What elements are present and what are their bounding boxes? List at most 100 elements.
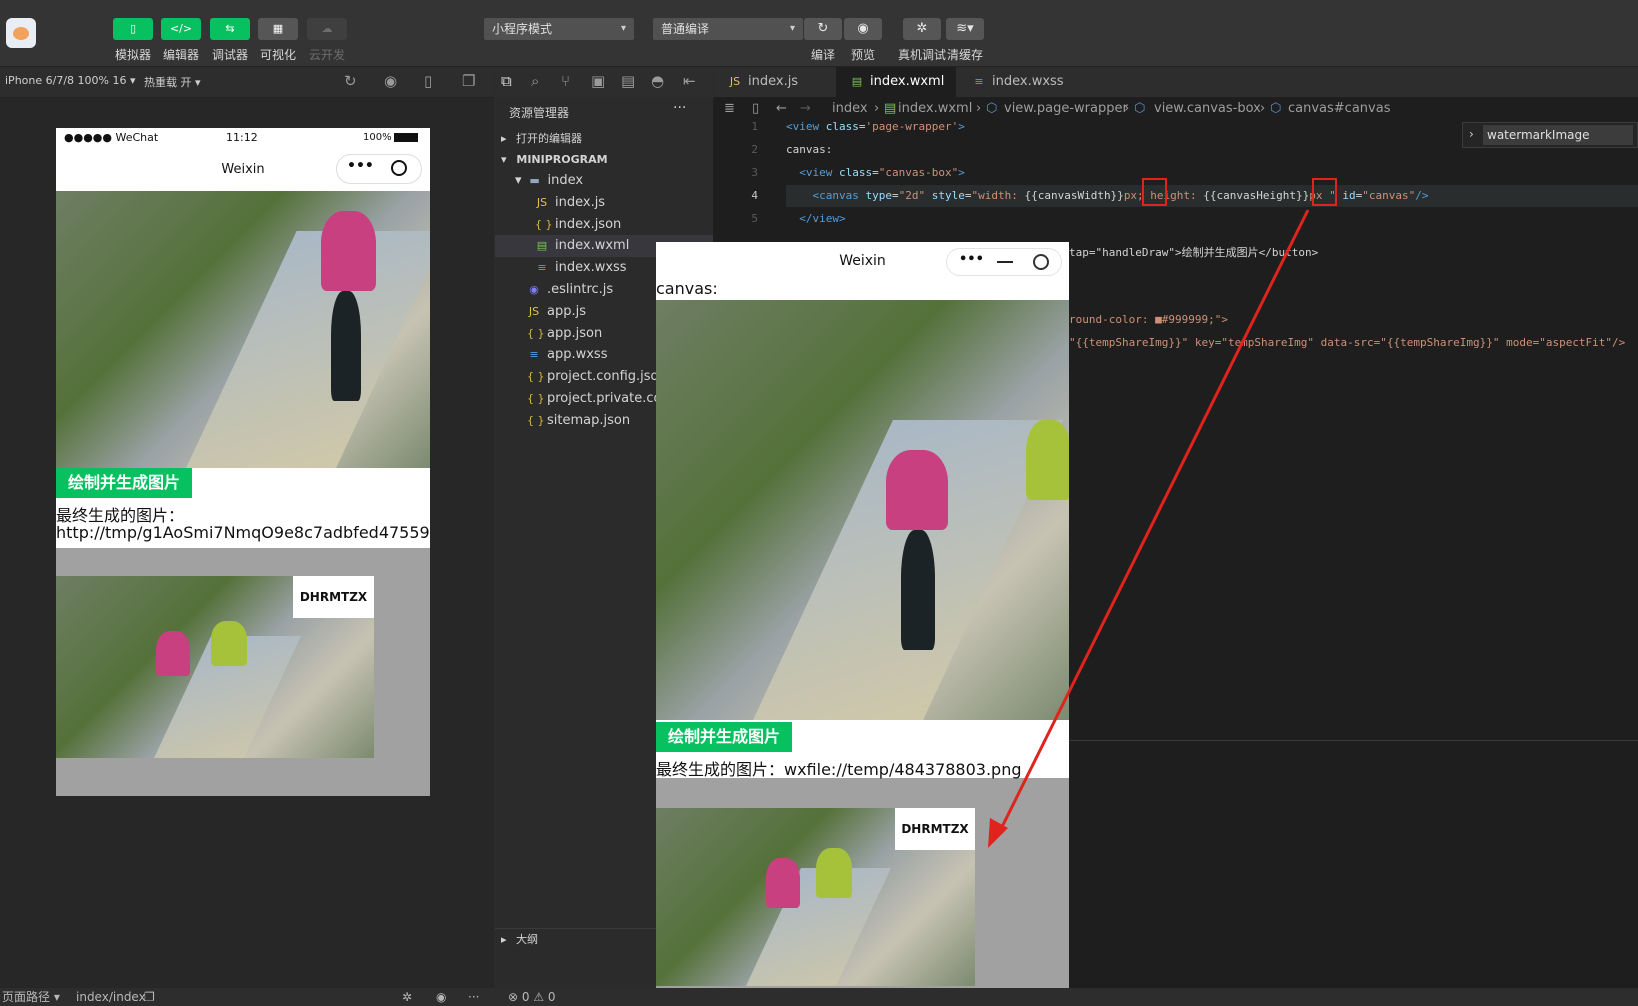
chevron-right-icon[interactable]: › bbox=[1469, 127, 1474, 141]
copy-icon[interactable]: ❐ bbox=[144, 988, 155, 1006]
more-icon[interactable]: ••• bbox=[347, 158, 374, 174]
code-line: canvas: bbox=[786, 143, 833, 156]
more-icon[interactable]: ••• bbox=[959, 252, 984, 267]
result-path: 最终生成的图片：wxfile://temp/484378803.png bbox=[656, 760, 1022, 779]
tools-icon[interactable]: ◓ bbox=[651, 72, 664, 90]
detach-icon[interactable]: ❐ bbox=[462, 72, 475, 90]
refresh-icon: ↻ bbox=[804, 18, 842, 40]
simulator-toolbar: iPhone 6/7/8 100% 16 ▾ 热重载 开 ▾ ↻ ◉ ▯ ❐ bbox=[0, 67, 494, 98]
code-icon: </> bbox=[161, 18, 201, 40]
rotate-icon[interactable]: ↻ bbox=[344, 72, 357, 90]
code-fragment-image: "{{tempShareImg}}" key="tempShareImg" da… bbox=[1069, 336, 1626, 349]
canvas-image bbox=[656, 300, 1069, 720]
eye-icon[interactable]: ◉ bbox=[436, 988, 446, 1006]
more-icon[interactable]: ··· bbox=[468, 988, 479, 1006]
device-select[interactable]: iPhone 6/7/8 100% 16 ▾ bbox=[5, 74, 136, 87]
folder-file-icon: ▬ bbox=[529, 174, 540, 187]
chevron-right-icon: ▸ bbox=[501, 933, 507, 946]
compile-button[interactable]: ↻ 编译 bbox=[804, 18, 842, 63]
git-icon[interactable]: ⑂ bbox=[561, 72, 570, 90]
breadcrumb-item[interactable]: index.wxml bbox=[898, 98, 972, 120]
wxml-file-icon: ▤ bbox=[536, 239, 548, 253]
storage-icon[interactable]: ▤ bbox=[621, 72, 635, 90]
simulator-toggle-button[interactable]: ▯ 模拟器 bbox=[113, 18, 153, 63]
tree-item-index-json[interactable]: { } index.json bbox=[495, 214, 713, 236]
record-icon[interactable]: ◉ bbox=[384, 72, 397, 90]
breadcrumb-item[interactable]: index bbox=[832, 98, 868, 120]
problems-counter[interactable]: ⊗ 0 ⚠ 0 bbox=[508, 988, 556, 1006]
find-widget[interactable]: › watermarkImage bbox=[1462, 122, 1638, 148]
capsule-menu[interactable]: ••• bbox=[336, 154, 422, 184]
tree-item-index-js[interactable]: JS index.js bbox=[495, 192, 713, 214]
list-icon[interactable]: ≣ bbox=[724, 98, 735, 120]
wxss-file-icon: ≡ bbox=[537, 261, 547, 275]
draw-button[interactable]: 绘制并生成图片 bbox=[56, 468, 192, 498]
remote-debug-button[interactable]: ✲ 真机调试 bbox=[898, 18, 946, 63]
tab-index-wxml[interactable]: ▤index.wxml ✕ bbox=[836, 67, 956, 119]
compile-select[interactable]: 普通编译 bbox=[653, 18, 803, 40]
project-root-section[interactable]: ▾ MINIPROGRAM bbox=[495, 149, 713, 171]
layers-icon: ≋▾ bbox=[946, 18, 984, 40]
breadcrumb-item[interactable]: view.canvas-box bbox=[1154, 98, 1261, 120]
tree-item-index[interactable]: ▾ ▬ index bbox=[495, 170, 713, 192]
clear-cache-button[interactable]: ≋▾ 清缓存 bbox=[946, 18, 984, 63]
tab-index-wxss[interactable]: ≡ index.wxss bbox=[958, 67, 1078, 97]
breadcrumb-item[interactable]: view.page-wrapper bbox=[1004, 98, 1128, 120]
close-mini-icon[interactable] bbox=[1033, 254, 1049, 270]
panel-toggle-icon[interactable]: ⇤ bbox=[683, 72, 696, 90]
eye-icon: ◉ bbox=[844, 18, 882, 40]
editor-toggle-button[interactable]: </> 编辑器 bbox=[161, 18, 201, 63]
search-icon[interactable]: ⌕ bbox=[531, 72, 539, 90]
extensions-icon[interactable]: ▣ bbox=[591, 72, 605, 90]
simulator-device-screen: ●●●●● WeChat 11:12 100% Weixin ••• 绘制并生成… bbox=[56, 128, 430, 796]
mode-select[interactable]: 小程序模式 bbox=[484, 18, 634, 40]
minimize-icon[interactable] bbox=[997, 261, 1013, 263]
highlight-box bbox=[1142, 178, 1167, 206]
visual-toggle-button[interactable]: ▦ 可视化 bbox=[258, 18, 298, 63]
json-file-icon: { } bbox=[535, 217, 553, 231]
more-icon[interactable]: ··· bbox=[673, 100, 686, 116]
code-fragment-style: round-color: ■#999999;"> bbox=[1069, 313, 1228, 326]
capsule-menu[interactable]: ••• bbox=[946, 248, 1062, 276]
generated-image: DHRMTZX bbox=[56, 576, 374, 758]
find-input[interactable]: watermarkImage bbox=[1483, 125, 1633, 145]
line-number: 5 bbox=[751, 212, 758, 225]
wxss-file-icon: ≡ bbox=[529, 348, 539, 362]
bookmark-icon[interactable]: ▯ bbox=[752, 98, 759, 120]
code-line: <view class="canvas-box"> bbox=[799, 166, 965, 179]
canvas-image bbox=[56, 191, 430, 468]
phone-icon[interactable]: ▯ bbox=[424, 72, 432, 90]
forward-arrow-icon[interactable]: → bbox=[800, 98, 811, 120]
preview-button[interactable]: ◉ 预览 bbox=[844, 18, 882, 63]
generated-image: DHRMTZX bbox=[656, 808, 975, 986]
code-line: <view class='page-wrapper'> bbox=[786, 120, 965, 133]
preview-nav-bar: Weixin ••• bbox=[656, 242, 1069, 282]
page-path: index/index bbox=[76, 990, 146, 1004]
debugger-toggle-button[interactable]: ⇆ 调试器 bbox=[210, 18, 250, 63]
breadcrumb-item[interactable]: canvas#canvas bbox=[1288, 98, 1390, 120]
watermark-label: DHRMTZX bbox=[293, 576, 374, 618]
phone-icon: ▯ bbox=[113, 18, 153, 40]
chevron-down-icon: ▾ bbox=[515, 173, 522, 188]
lint-file-icon: ◉ bbox=[529, 283, 539, 296]
hot-reload-toggle[interactable]: 热重载 开 ▾ bbox=[144, 74, 201, 90]
tab-index-js[interactable]: JS index.js bbox=[714, 67, 834, 97]
code-line: </view> bbox=[799, 212, 846, 225]
result-path: http://tmp/g1AoSmi7NmqO9e8c7adbfed47559d bbox=[56, 523, 430, 542]
draw-button[interactable]: 绘制并生成图片 bbox=[656, 722, 792, 752]
js-file-icon: JS bbox=[536, 195, 548, 209]
back-arrow-icon[interactable]: ← bbox=[776, 98, 787, 120]
bug-icon[interactable]: ✲ bbox=[402, 988, 412, 1006]
cube-icon: ⬡ bbox=[1270, 101, 1282, 116]
layout-icon: ▦ bbox=[258, 18, 298, 40]
js-file-icon: JS bbox=[528, 304, 540, 318]
highlight-box bbox=[1312, 178, 1337, 206]
page-path-select[interactable]: 页面路径 ▾ bbox=[2, 988, 60, 1006]
files-icon[interactable]: ⧉ bbox=[501, 72, 512, 90]
debug-icon: ⇆ bbox=[210, 18, 250, 40]
open-editors-section[interactable]: ▸ 打开的编辑器 bbox=[495, 128, 713, 150]
canvas-label: canvas: bbox=[656, 279, 718, 298]
cloud-dev-button[interactable]: ☁ 云开发 bbox=[307, 18, 347, 63]
device-nav-bar: Weixin ••• bbox=[56, 148, 430, 191]
close-mini-icon[interactable] bbox=[391, 160, 407, 176]
